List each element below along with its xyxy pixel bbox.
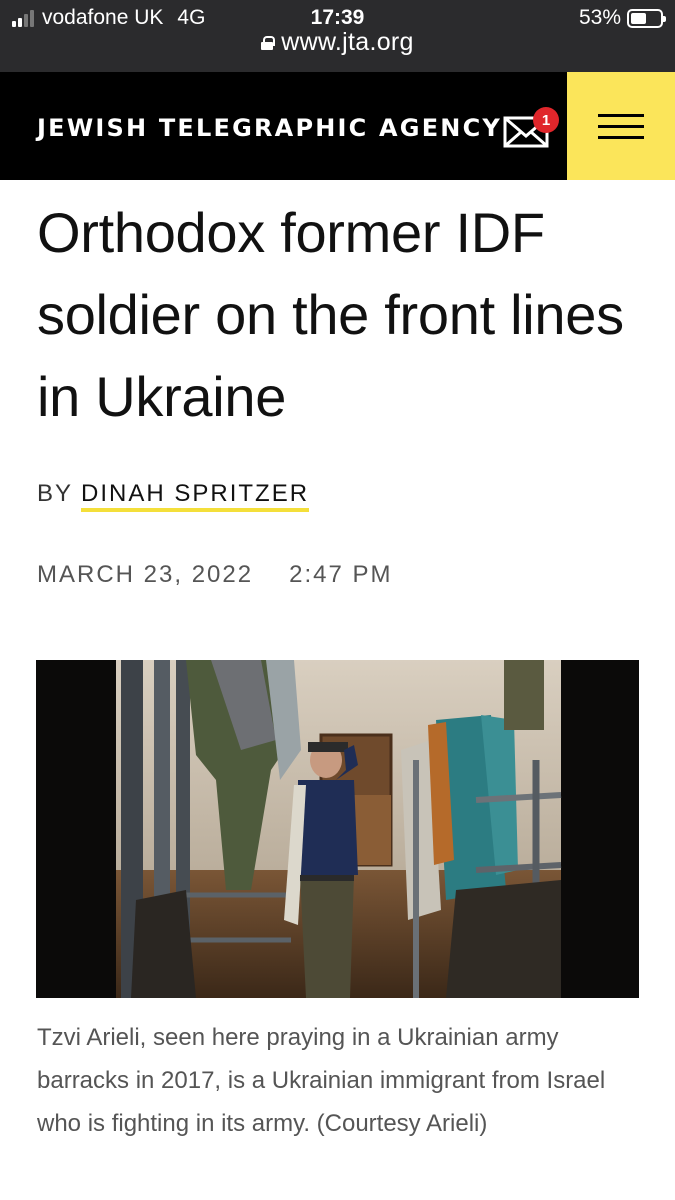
photo-caption: Tzvi Arieli, seen here praying in a Ukra… (37, 1024, 606, 1137)
status-bar: vodafone UK 4G 17:39 53% www.jta.org (0, 0, 675, 72)
battery-icon (627, 8, 666, 28)
byline-prefix: BY (37, 480, 74, 507)
lock-icon (261, 35, 276, 50)
status-right: 53% (578, 6, 666, 30)
article-photo[interactable] (36, 660, 639, 998)
publish-time: 2:47 PM (289, 561, 393, 588)
menu-icon-bar (598, 135, 644, 139)
menu-button[interactable] (567, 72, 675, 180)
address-bar[interactable]: www.jta.org (0, 28, 675, 57)
site-logo[interactable]: JEWISH TELEGRAPHIC AGENCY (37, 114, 502, 142)
article-headline: Orthodox former IDF soldier on the front… (37, 201, 624, 428)
url-text: www.jta.org (281, 28, 414, 56)
clock: 17:39 (310, 6, 365, 29)
mail-badge: 1 (533, 107, 559, 133)
headline-scrolled-remnant (37, 166, 647, 190)
menu-icon-bar (598, 113, 644, 117)
publish-date: MARCH 23, 2022 (37, 561, 254, 588)
byline: BY DINAH SPRITZER (37, 480, 310, 512)
author-link[interactable]: DINAH SPRITZER (81, 480, 310, 512)
dateline: MARCH 23, 2022 2:47 PM (37, 561, 392, 589)
battery-fill (631, 12, 646, 24)
menu-icon-bar (598, 124, 644, 128)
battery-percent: 53% (578, 6, 621, 29)
